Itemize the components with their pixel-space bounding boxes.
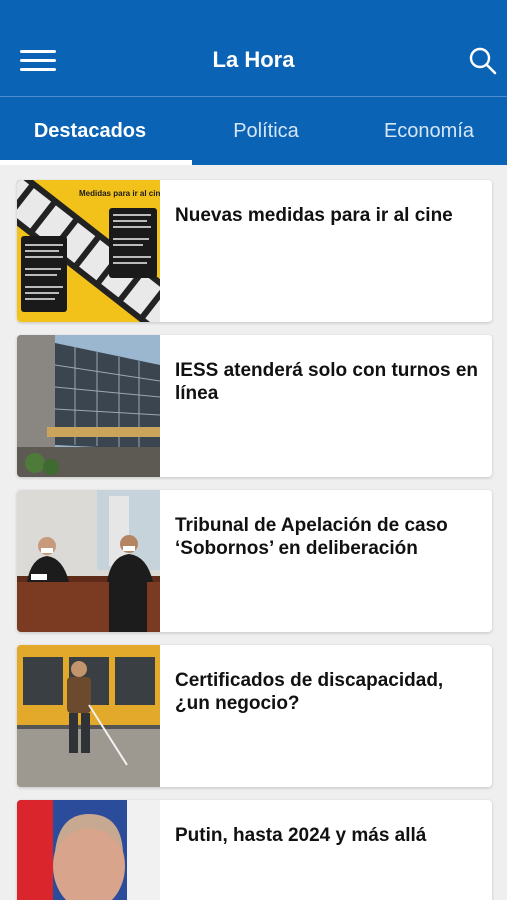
- tab-bar: Destacados Política Economía: [0, 97, 507, 165]
- article-thumbnail: Medidas para ir al cin: [17, 180, 160, 322]
- article-card[interactable]: IESS atenderá solo con turnos en línea: [17, 335, 492, 477]
- tab-destacados[interactable]: Destacados: [0, 97, 180, 165]
- thumbnail-heading: Medidas para ir al cin: [79, 189, 160, 198]
- article-thumbnail: [17, 800, 160, 900]
- app-bar: La Hora: [0, 0, 507, 96]
- article-title: IESS atenderá solo con turnos en línea: [175, 360, 479, 404]
- news-feed[interactable]: Medidas para ir al cin Nuevas medidas pa…: [0, 165, 507, 900]
- article-title: Nuevas medidas para ir al cine: [175, 205, 453, 226]
- article-card[interactable]: Tribunal de Apelación de caso ‘Sobornos’…: [17, 490, 492, 632]
- article-title: Certificados de discapacidad, ¿un negoci…: [175, 670, 444, 714]
- article-card[interactable]: Medidas para ir al cin Nuevas medidas pa…: [17, 180, 492, 322]
- article-title: Putin, hasta 2024 y más allá: [175, 825, 427, 846]
- app-title: La Hora: [212, 47, 295, 72]
- tab-politica[interactable]: Política: [190, 97, 342, 165]
- tab-economia[interactable]: Economía: [355, 97, 503, 165]
- article-thumbnail: [17, 645, 160, 787]
- article-thumbnail: [17, 490, 160, 632]
- article-card[interactable]: Certificados de discapacidad, ¿un negoci…: [17, 645, 492, 787]
- article-card[interactable]: Putin, hasta 2024 y más allá: [17, 800, 492, 900]
- article-thumbnail: [17, 335, 160, 477]
- article-title: Tribunal de Apelación de caso ‘Sobornos’…: [175, 515, 448, 559]
- search-icon[interactable]: [468, 46, 498, 76]
